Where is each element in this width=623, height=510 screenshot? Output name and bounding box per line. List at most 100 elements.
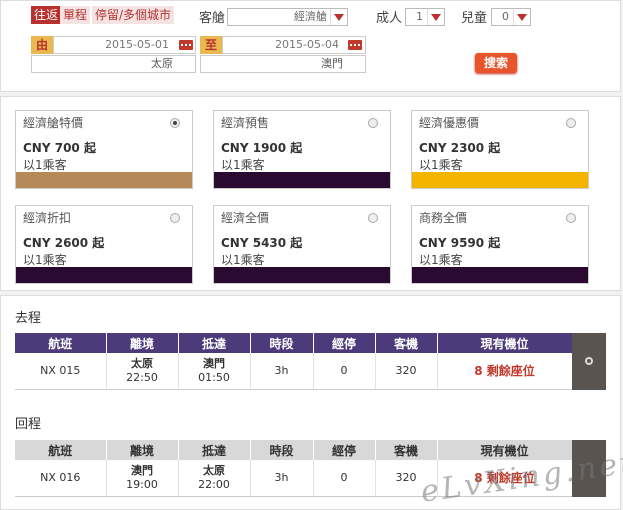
depart-date: 2015-05-01: [105, 38, 169, 51]
from-tag: 由: [31, 36, 53, 54]
depart-city: 澳門: [131, 464, 153, 477]
flight-number: NX 016: [15, 460, 107, 497]
fare-name: 經濟預售: [221, 116, 270, 130]
to-tag: 至: [200, 36, 222, 54]
destination-field[interactable]: 澳門: [200, 55, 366, 73]
fare-card[interactable]: 經濟艙特價 CNY 700 起以1乘客: [15, 110, 193, 189]
calendar-icon[interactable]: [348, 40, 362, 50]
return-date: 2015-05-04: [275, 38, 339, 51]
fare-radio-icon[interactable]: [368, 118, 378, 128]
fare-name: 商務全價: [419, 211, 468, 225]
return-date-field[interactable]: 2015-05-04: [222, 36, 366, 54]
trip-tab-roundtrip[interactable]: 往返: [31, 6, 62, 24]
fare-price: CNY 700 起: [23, 141, 96, 155]
fare-radio-icon[interactable]: [170, 118, 180, 128]
fare-name: 經濟全價: [221, 211, 270, 225]
calendar-icon[interactable]: [179, 40, 193, 50]
fare-min-passengers: 以1乘客: [221, 158, 265, 172]
fare-price: CNY 2300 起: [419, 141, 501, 155]
seats-remaining: 8 剩餘座位: [474, 363, 535, 378]
fare-card[interactable]: 經濟優惠價 CNY 2300 起以1乘客: [411, 110, 589, 189]
col-stops: 經停: [313, 440, 376, 460]
table-row[interactable]: NX 015 太原 22:50 澳門 01:50 3h 0 320 8 剩餘座位: [15, 353, 573, 390]
child-value: 0: [502, 10, 509, 23]
col-arrive: 抵達: [178, 333, 251, 353]
fare-color-bar: [214, 267, 390, 283]
col-aircraft: 客機: [375, 440, 438, 460]
fare-card[interactable]: 經濟折扣 CNY 2600 起以1乘客: [15, 205, 193, 284]
col-duration: 時段: [250, 333, 314, 353]
fare-min-passengers: 以1乘客: [419, 158, 463, 172]
fare-price: CNY 9590 起: [419, 236, 501, 250]
stops: 0: [313, 460, 376, 497]
chevron-down-icon: [513, 9, 530, 25]
depart-cell: 太原 22:50: [106, 353, 179, 390]
col-stops: 經停: [313, 333, 376, 353]
arrive-cell: 澳門 01:50: [178, 353, 251, 390]
col-duration: 時段: [250, 440, 314, 460]
search-button[interactable]: 搜索: [475, 53, 517, 73]
fare-radio-icon[interactable]: [566, 213, 576, 223]
stops: 0: [313, 353, 376, 390]
fare-color-bar: [16, 267, 192, 283]
adult-label: 成人: [376, 11, 403, 26]
fare-price: CNY 1900 起: [221, 141, 303, 155]
fare-color-bar: [412, 267, 588, 283]
origin-city: 太原: [151, 57, 173, 70]
arrive-city: 太原: [203, 464, 225, 477]
depart-cell: 澳門 19:00: [106, 460, 179, 497]
arrive-city: 澳門: [203, 357, 225, 370]
fare-card[interactable]: 經濟預售 CNY 1900 起以1乘客: [213, 110, 391, 189]
trip-tab-oneway[interactable]: 單程: [60, 6, 91, 24]
seats-cell: 8 剩餘座位: [437, 353, 573, 390]
fare-min-passengers: 以1乘客: [221, 253, 265, 267]
col-flight: 航班: [15, 333, 107, 353]
arrive-time: 01:50: [198, 371, 230, 384]
fare-name: 經濟折扣: [23, 211, 72, 225]
chevron-down-icon: [330, 9, 347, 25]
fare-min-passengers: 以1乘客: [23, 158, 67, 172]
col-aircraft: 客機: [375, 333, 438, 353]
fare-radio-icon[interactable]: [170, 213, 180, 223]
col-flight: 航班: [15, 440, 107, 460]
destination-city: 澳門: [321, 57, 343, 70]
fare-card[interactable]: 商務全價 CNY 9590 起以1乘客: [411, 205, 589, 284]
trip-tab-multicity[interactable]: 停留/多個城市: [92, 6, 175, 24]
duration: 3h: [250, 460, 314, 497]
depart-time: 22:50: [126, 371, 158, 384]
fare-price: CNY 5430 起: [221, 236, 303, 250]
outbound-select-radio-icon[interactable]: [585, 357, 593, 365]
flight-number: NX 015: [15, 353, 107, 390]
fare-radio-icon[interactable]: [368, 213, 378, 223]
fare-min-passengers: 以1乘客: [23, 253, 67, 267]
fare-color-bar: [412, 172, 588, 188]
fare-price: CNY 2600 起: [23, 236, 105, 250]
child-select[interactable]: 0: [491, 8, 531, 26]
arrive-cell: 太原 22:00: [178, 460, 251, 497]
col-depart: 離境: [106, 333, 179, 353]
chevron-down-icon: [427, 9, 444, 25]
col-seats: 現有機位: [437, 333, 573, 353]
fare-color-bar: [214, 172, 390, 188]
col-arrive: 抵達: [178, 440, 251, 460]
duration: 3h: [250, 353, 314, 390]
fare-card[interactable]: 經濟全價 CNY 5430 起以1乘客: [213, 205, 391, 284]
depart-time: 19:00: [126, 478, 158, 491]
outbound-title: 去程: [15, 311, 42, 326]
depart-city: 太原: [131, 357, 153, 370]
arrive-time: 22:00: [198, 478, 230, 491]
adult-select[interactable]: 1: [405, 8, 445, 26]
fare-radio-icon[interactable]: [566, 118, 576, 128]
fare-min-passengers: 以1乘客: [419, 253, 463, 267]
col-depart: 離境: [106, 440, 179, 460]
depart-date-field[interactable]: 2015-05-01: [53, 36, 196, 54]
cabin-select[interactable]: 經濟艙: [227, 8, 348, 26]
fare-name: 經濟艙特價: [23, 116, 84, 130]
fare-color-bar: [16, 172, 192, 188]
cabin-value: 經濟艙: [294, 10, 327, 23]
origin-field[interactable]: 太原: [31, 55, 196, 73]
aircraft: 320: [375, 353, 438, 390]
fare-name: 經濟優惠價: [419, 116, 480, 130]
cabin-label: 客艙: [199, 11, 226, 26]
child-label: 兒童: [461, 11, 488, 26]
